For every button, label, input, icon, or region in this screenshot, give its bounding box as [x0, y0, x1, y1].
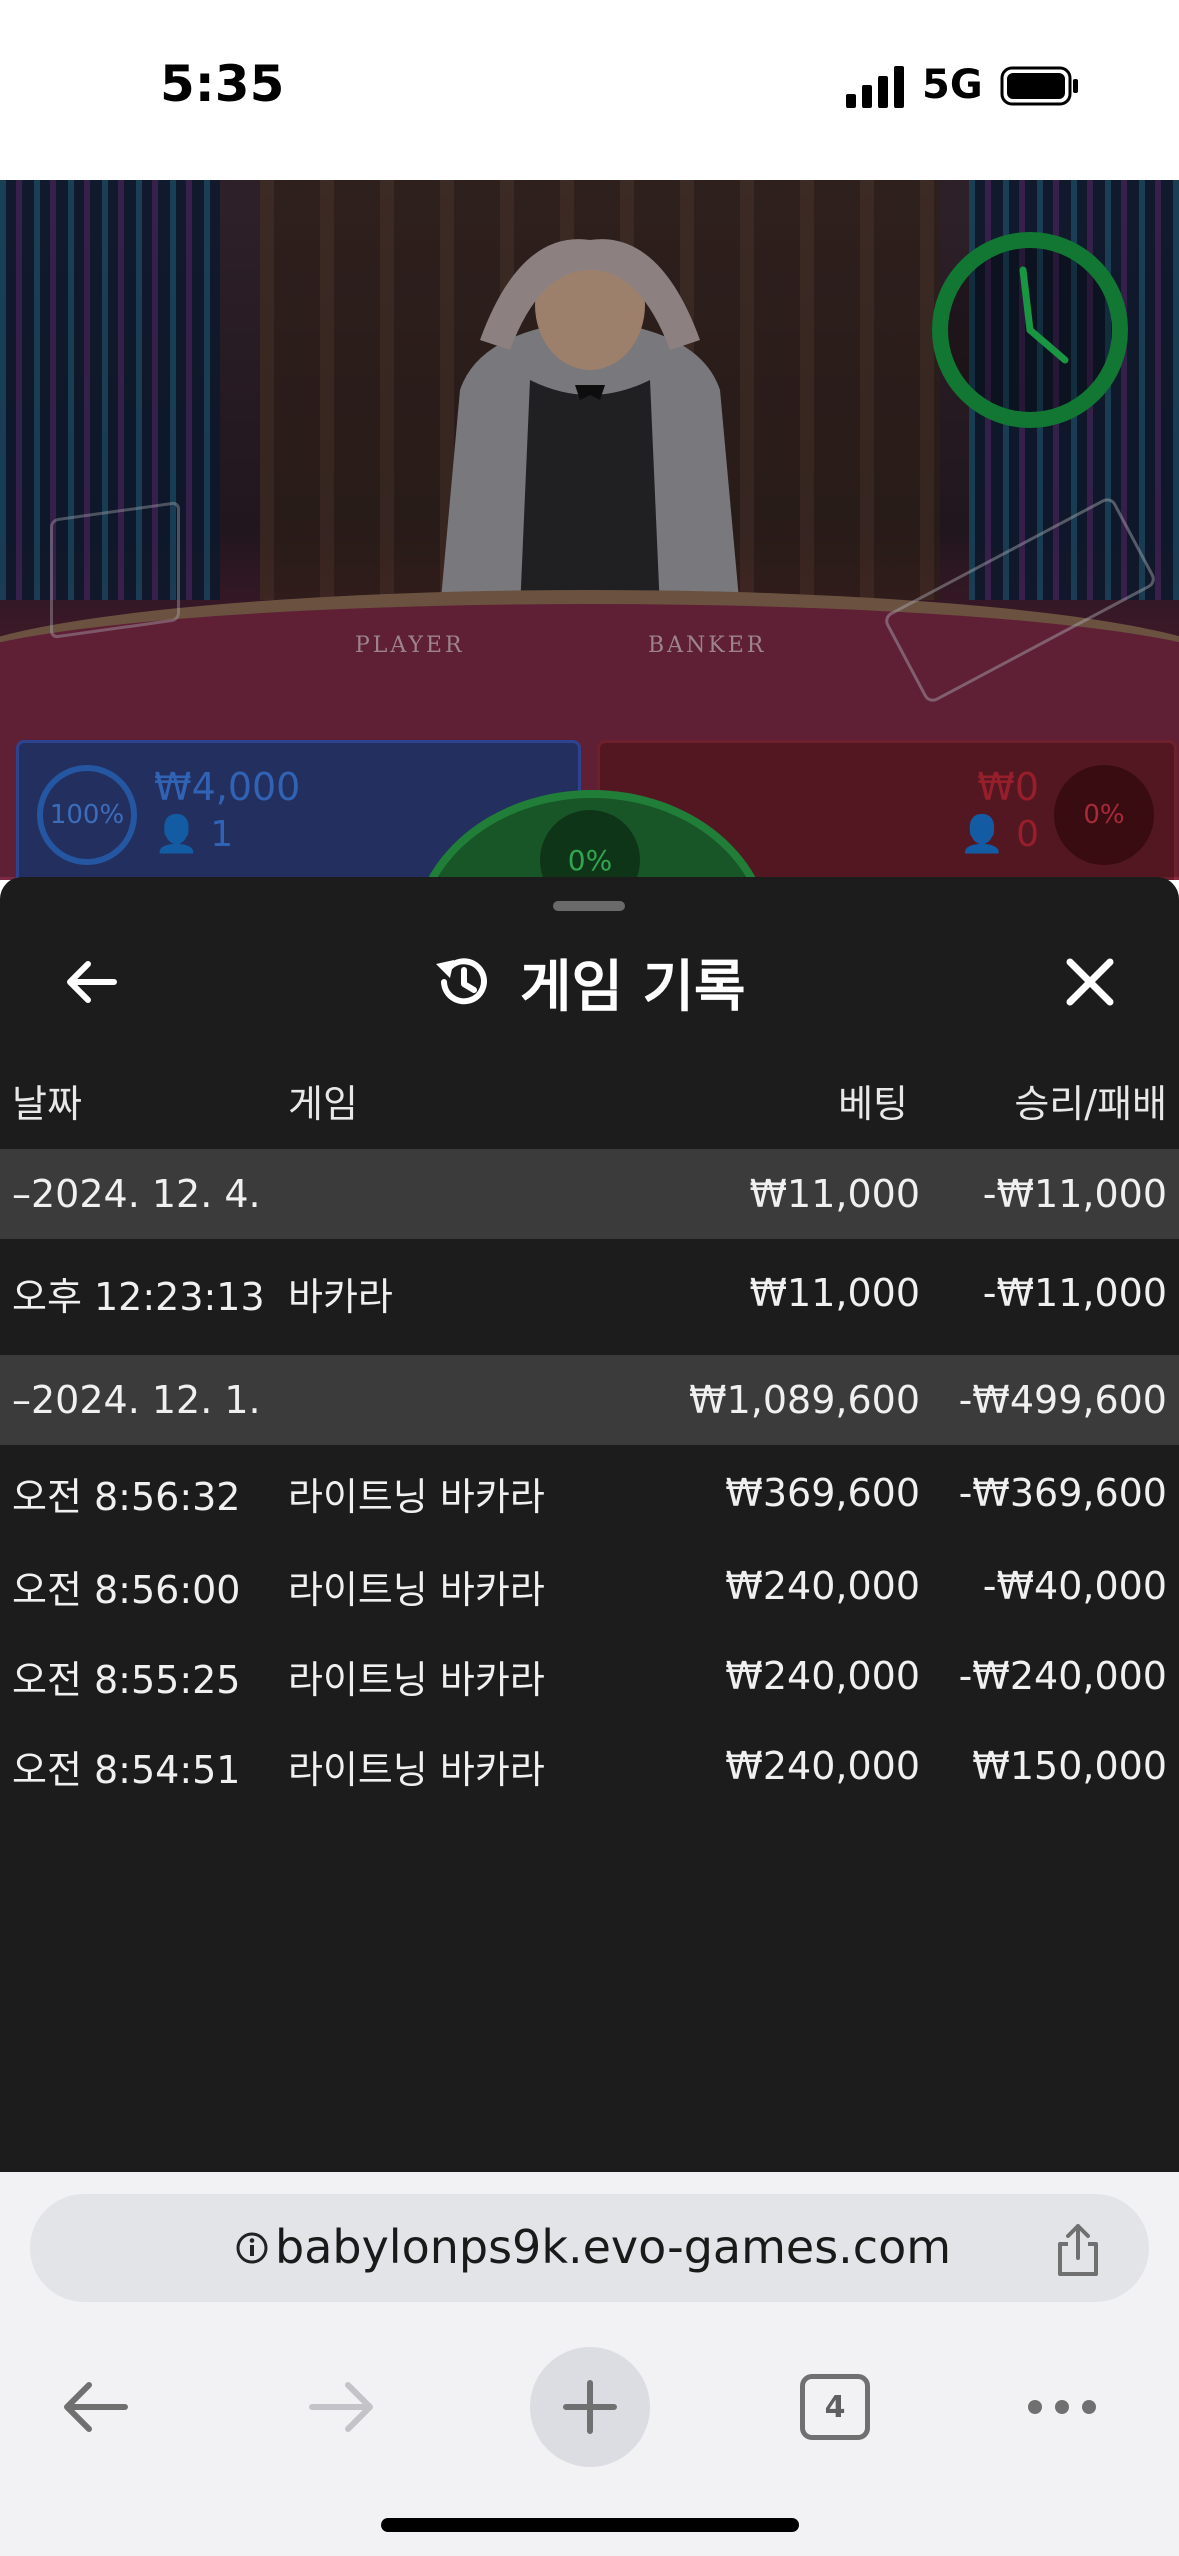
row-time: 오전 8:55:25 [12, 1657, 241, 1702]
row-game: 바카라 [288, 1274, 393, 1319]
row-game: 라이트닝 바카라 [288, 1474, 545, 1519]
column-header-win-loss: 승리/패배 [1014, 1082, 1167, 1126]
home-indicator [381, 2518, 799, 2532]
row-win-loss: -₩11,000 [982, 1271, 1167, 1315]
column-header-game: 게임 [288, 1082, 358, 1126]
group-date: –2024. 12. 1. [12, 1378, 261, 1422]
signal-icon [846, 66, 904, 108]
column-header-bet: 베팅 [838, 1082, 908, 1126]
row-spacer [0, 1347, 1179, 1355]
new-tab-button[interactable] [530, 2347, 650, 2467]
history-row[interactable]: 오전 8:56:00 라이트닝 바카라 ₩240,000 -₩40,000 [0, 1541, 1179, 1631]
browser-forward-button[interactable] [282, 2347, 402, 2467]
group-win-loss-total: -₩11,000 [982, 1172, 1167, 1216]
row-bet: ₩240,000 [725, 1564, 920, 1608]
row-time: 오전 8:54:51 [12, 1747, 241, 1792]
column-header-date: 날짜 [12, 1082, 82, 1126]
tab-count: 4 [800, 2374, 870, 2440]
close-button[interactable] [1055, 947, 1125, 1017]
history-icon [436, 958, 487, 1005]
group-win-loss-total: -₩499,600 [958, 1378, 1167, 1422]
group-date: –2024. 12. 4. [12, 1172, 261, 1216]
more-button[interactable] [1002, 2347, 1122, 2467]
history-row[interactable]: 오후 12:23:13 바카라 ₩11,000 -₩11,000 [0, 1239, 1179, 1347]
close-icon [1066, 958, 1114, 1006]
row-bet: ₩11,000 [749, 1271, 920, 1315]
row-bet: ₩369,600 [725, 1471, 920, 1515]
row-time: 오전 8:56:00 [12, 1567, 241, 1612]
status-bar: 5:35 5G [0, 0, 1179, 180]
status-time: 5:35 [160, 55, 285, 113]
date-group-row: –2024. 12. 4. ₩11,000 -₩11,000 [0, 1149, 1179, 1239]
row-game: 라이트닝 바카라 [288, 1567, 545, 1612]
row-time: 오후 12:23:13 [12, 1274, 265, 1319]
sheet-backdrop[interactable] [0, 180, 1179, 877]
history-row[interactable]: 오전 8:56:32 라이트닝 바카라 ₩369,600 -₩369,600 [0, 1445, 1179, 1541]
row-game: 라이트닝 바카라 [288, 1657, 545, 1702]
row-win-loss: -₩240,000 [958, 1654, 1167, 1698]
share-icon[interactable] [1050, 2222, 1106, 2278]
history-row[interactable]: 오전 8:55:25 라이트닝 바카라 ₩240,000 -₩240,000 [0, 1631, 1179, 1721]
row-win-loss: -₩369,600 [958, 1471, 1167, 1515]
sheet-title: 게임 기록 [430, 937, 746, 1027]
game-history-sheet: 게임 기록 날짜 게임 베팅 승리/패배 –2024. 12. 4. ₩11,0… [0, 877, 1179, 2172]
plus-icon [563, 2380, 617, 2434]
row-time: 오전 8:56:32 [12, 1474, 241, 1519]
network-type: 5G [922, 62, 983, 108]
group-bet-total: ₩11,000 [749, 1172, 920, 1216]
address-bar[interactable]: babylonps9k.evo-games.com [30, 2194, 1149, 2302]
more-icon [1028, 2400, 1096, 2414]
info-icon [236, 2232, 268, 2264]
sheet-grabber[interactable] [553, 901, 625, 911]
url-text: babylonps9k.evo-games.com [275, 2220, 952, 2274]
row-win-loss: -₩40,000 [982, 1564, 1167, 1608]
row-game: 라이트닝 바카라 [288, 1747, 545, 1792]
arrow-left-icon [67, 961, 117, 1003]
browser-back-button[interactable] [35, 2347, 155, 2467]
history-table: –2024. 12. 4. ₩11,000 -₩11,000 오후 12:23:… [0, 1149, 1179, 1811]
back-button[interactable] [55, 947, 125, 1017]
row-bet: ₩240,000 [725, 1744, 920, 1788]
sheet-title-text: 게임 기록 [520, 954, 746, 1020]
arrow-left-icon [64, 2382, 128, 2432]
date-group-row: –2024. 12. 1. ₩1,089,600 -₩499,600 [0, 1355, 1179, 1445]
tabs-button[interactable]: 4 [775, 2347, 895, 2467]
history-row[interactable]: 오전 8:54:51 라이트닝 바카라 ₩240,000 ₩150,000 [0, 1721, 1179, 1811]
browser-toolbar: babylonps9k.evo-games.com 4 [0, 2172, 1179, 2556]
arrow-right-icon [309, 2382, 373, 2432]
battery-icon [1000, 66, 1078, 106]
row-win-loss: ₩150,000 [972, 1744, 1167, 1788]
row-bet: ₩240,000 [725, 1654, 920, 1698]
group-bet-total: ₩1,089,600 [689, 1378, 920, 1422]
